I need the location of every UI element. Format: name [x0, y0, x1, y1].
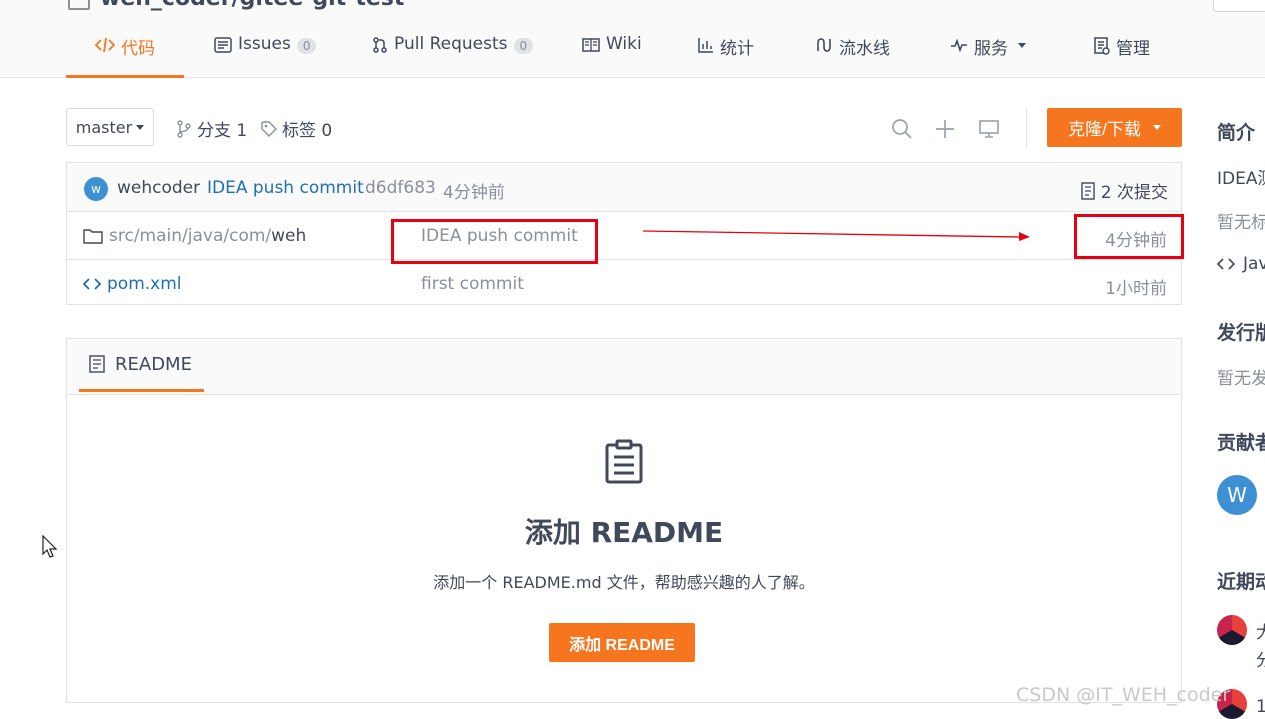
manage-icon [1094, 37, 1110, 55]
readme-tab-label: README [115, 353, 192, 375]
tab-issues[interactable]: Issues 0 [214, 34, 317, 75]
file-name-label: pom.xml [107, 274, 182, 294]
service-icon [951, 38, 967, 53]
tab-manage-label: 管理 [1116, 39, 1150, 59]
chevron-down-icon [1018, 43, 1026, 48]
clone-download-button[interactable]: 克隆/下载 [1047, 108, 1182, 147]
issues-count-badge: 0 [296, 38, 317, 54]
tags-label: 标签 0 [282, 121, 333, 141]
branch-name: master [75, 117, 133, 137]
no-release-text: 暂无发 [1217, 369, 1265, 389]
readme-panel: README 添加 README 添加一个 README.md 文件，帮助感兴趣… [66, 338, 1182, 703]
intro-heading: 简介 [1217, 122, 1256, 144]
folder-icon [83, 229, 103, 244]
tab-stats-label: 统计 [720, 39, 754, 59]
tab-manage[interactable]: 管理 [1094, 34, 1150, 75]
tag-icon [261, 120, 277, 137]
branch-selector[interactable]: master [66, 108, 154, 146]
annotation-box-message [391, 219, 598, 264]
activity-text: 大 [1256, 623, 1265, 643]
tab-wiki-label: Wiki [606, 34, 642, 54]
chevron-down-icon [1152, 125, 1161, 130]
search-icon[interactable] [891, 118, 913, 140]
latest-commit-bar: w wehcoder IDEA push commit d6df683 4分钟前… [67, 163, 1181, 212]
code-file-icon [83, 278, 101, 290]
tab-pipeline[interactable]: 流水线 [815, 34, 890, 75]
pr-count-badge: 0 [513, 38, 534, 54]
pipeline-icon [817, 38, 831, 52]
header-action-button[interactable] [1213, 0, 1265, 12]
document-icon [605, 439, 643, 484]
tab-readme[interactable]: README [79, 339, 204, 392]
commits-icon [1081, 181, 1095, 200]
tab-pull-requests[interactable]: Pull Requests 0 [372, 34, 534, 75]
commit-hash[interactable]: d6df683 [365, 178, 436, 198]
branches-link[interactable]: 分支 1 [176, 116, 247, 141]
stats-icon [698, 38, 713, 53]
contributors-heading: 贡献者 [1217, 432, 1265, 454]
tab-wiki[interactable]: Wiki [582, 34, 642, 75]
commit-time: 4分钟前 [443, 183, 505, 203]
issues-icon [214, 37, 232, 53]
clone-label: 克隆/下载 [1068, 120, 1141, 139]
chevron-down-icon [136, 124, 145, 130]
code-icon [95, 37, 115, 53]
document-icon [89, 355, 105, 373]
pull-request-icon [373, 37, 387, 53]
avatar[interactable] [1217, 615, 1247, 645]
file-name[interactable]: src/main/java/com/weh [83, 226, 306, 246]
plus-icon[interactable] [934, 118, 956, 140]
toolbar-divider [1026, 108, 1027, 148]
repo-icon [68, 0, 90, 10]
annotation-box-time [1074, 214, 1184, 259]
wiki-icon [582, 38, 600, 52]
release-heading: 发行版 [1217, 322, 1265, 344]
tab-code[interactable]: 代码 [66, 34, 184, 78]
mouse-cursor-icon [42, 535, 58, 558]
tab-pull-requests-label: Pull Requests [394, 34, 508, 54]
activity-heading: 近期动 [1217, 571, 1265, 593]
no-tags-text: 暂无标 [1217, 213, 1265, 233]
avatar[interactable]: w [84, 177, 108, 201]
tab-stats[interactable]: 统计 [698, 34, 754, 75]
readme-header: README [67, 339, 1181, 395]
folder-path-last: weh [271, 226, 307, 246]
tab-issues-label: Issues [238, 34, 291, 54]
repo-title[interactable]: weh_coder/gitee-git-test [68, 0, 404, 11]
file-commit-time: 1小时前 [1105, 279, 1167, 299]
avatar[interactable]: W [1217, 475, 1257, 515]
commit-message[interactable]: IDEA push commit [207, 178, 364, 198]
readme-description: 添加一个 README.md 文件，帮助感兴趣的人了解。 [433, 573, 815, 592]
commit-author[interactable]: wehcoder [117, 178, 200, 198]
commit-count-link[interactable]: 2 次提交 [1081, 178, 1168, 203]
tab-service-label: 服务 [974, 39, 1008, 59]
intro-text: IDEA测 [1217, 169, 1265, 189]
add-readme-button[interactable]: 添加 README [549, 623, 695, 662]
code-icon [1217, 258, 1235, 270]
language-label: Jav [1243, 254, 1265, 274]
branches-label: 分支 1 [197, 121, 248, 141]
readme-title: 添加 README [524, 516, 724, 549]
table-row[interactable]: pom.xml first commit 1小时前 [67, 260, 1181, 307]
branch-icon [177, 119, 191, 138]
monitor-icon[interactable] [978, 118, 1000, 140]
activity-text: 1 [1256, 697, 1265, 717]
tags-link[interactable]: 标签 0 [261, 116, 332, 141]
tab-service[interactable]: 服务 [950, 34, 1026, 75]
folder-path-prefix: src/main/java/com/ [109, 226, 272, 246]
file-commit-message[interactable]: first commit [421, 274, 524, 294]
repo-header: weh_coder/gitee-git-test 代码 Issues 0 Pul… [0, 0, 1265, 78]
watermark: CSDN @IT_WEH_coder [1016, 684, 1231, 706]
file-name[interactable]: pom.xml [83, 274, 182, 294]
commit-count: 2 次提交 [1100, 183, 1168, 203]
activity-text: 分 [1256, 651, 1265, 671]
tab-pipeline-label: 流水线 [839, 39, 890, 59]
annotation-arrow-icon [642, 230, 1030, 241]
language-item: Jav [1217, 254, 1265, 274]
tab-code-label: 代码 [121, 39, 155, 59]
